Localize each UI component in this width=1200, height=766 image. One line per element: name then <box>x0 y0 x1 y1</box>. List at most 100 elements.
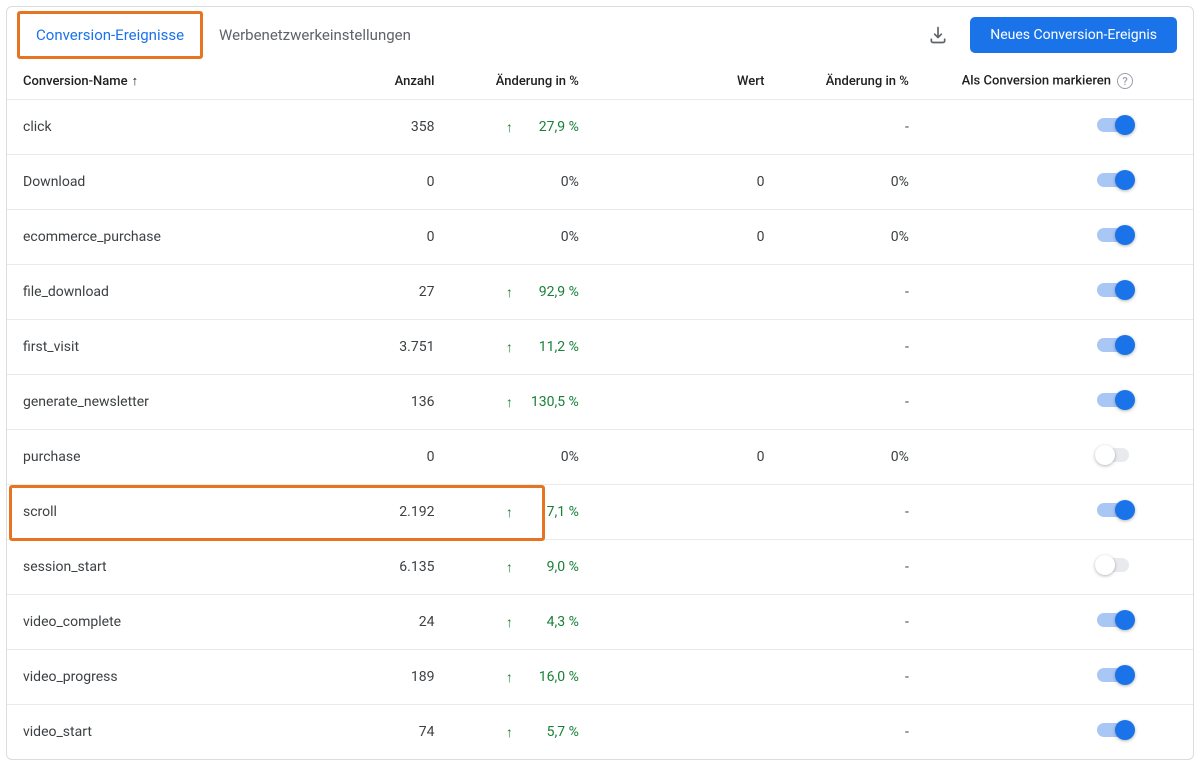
cell-name[interactable]: generate_newsletter <box>7 375 337 430</box>
cell-name[interactable]: file_download <box>7 265 337 320</box>
cell-value <box>698 100 781 155</box>
cell-value <box>698 595 781 650</box>
table-row: video_complete24↑4,3 %- <box>7 595 1193 650</box>
change-percent: 9,0 % <box>523 559 579 575</box>
download-icon <box>928 25 948 45</box>
header-mark: Als Conversion markieren? <box>925 63 1193 100</box>
cell-toggle <box>925 650 1193 705</box>
cell-change: 0% <box>450 430 594 485</box>
change-percent: 130,5 % <box>523 394 579 410</box>
cell-value: 0 <box>698 430 781 485</box>
arrow-up-icon: ↑ <box>506 559 513 576</box>
cell-toggle <box>925 320 1193 375</box>
change-percent: 4,3 % <box>523 614 579 630</box>
table-header-row: Conversion-Name↑ Anzahl Änderung in % We… <box>7 63 1193 100</box>
change-percent: 16,0 % <box>523 669 579 685</box>
conversion-toggle[interactable] <box>1097 609 1133 631</box>
table-row: video_start74↑5,7 %- <box>7 705 1193 760</box>
cell-count: 358 <box>337 100 450 155</box>
arrow-up-icon: ↑ <box>506 284 513 301</box>
cell-value <box>698 650 781 705</box>
header-value-change[interactable]: Änderung in % <box>780 63 924 100</box>
table-row: video_progress189 ↑ 16,0 % - <box>7 650 1193 705</box>
conversion-toggle[interactable] <box>1097 169 1133 191</box>
table-row: file_download27 ↑ 92,9 % - <box>7 265 1193 320</box>
cell-value-change: - <box>780 375 924 430</box>
cell-toggle <box>925 485 1193 540</box>
download-button[interactable] <box>918 15 958 55</box>
arrow-up-icon: ↑ <box>506 394 513 411</box>
cell-change: ↑5,7 % <box>450 705 594 760</box>
conversion-toggle[interactable] <box>1097 719 1133 741</box>
cell-value: 0 <box>698 210 781 265</box>
cell-name[interactable]: video_complete <box>7 595 337 650</box>
new-conversion-event-button[interactable]: Neues Conversion-Ereignis <box>970 17 1177 53</box>
cell-value-change: 0% <box>780 155 924 210</box>
cell-toggle <box>925 100 1193 155</box>
cell-name[interactable]: ecommerce_purchase <box>7 210 337 265</box>
cell-name[interactable]: video_start <box>7 705 337 760</box>
cell-value <box>698 705 781 760</box>
header-count[interactable]: Anzahl <box>337 63 450 100</box>
conversion-toggle[interactable] <box>1097 389 1133 411</box>
table-row: generate_newsletter136↑130,5 %- <box>7 375 1193 430</box>
arrow-up-icon: ↑ <box>506 504 513 521</box>
conversion-toggle[interactable] <box>1097 279 1133 301</box>
table-row: ecommerce_purchase00%00% <box>7 210 1193 265</box>
arrow-up-icon: ↑ <box>506 119 513 136</box>
cell-value-change: - <box>780 265 924 320</box>
cell-count: 74 <box>337 705 450 760</box>
cell-change: ↑ 92,9 % <box>450 265 594 320</box>
cell-name[interactable]: session_start <box>7 540 337 595</box>
cell-count: 6.135 <box>337 540 450 595</box>
conversion-toggle[interactable] <box>1097 334 1133 356</box>
tabs-row: Conversion-Ereignisse Werbenetzwerkeinst… <box>7 7 1193 63</box>
cell-change: ↑27,9 % <box>450 100 594 155</box>
conversion-toggle[interactable] <box>1097 499 1133 521</box>
cell-value-change: 0% <box>780 210 924 265</box>
help-icon[interactable]: ? <box>1117 73 1133 89</box>
header-name[interactable]: Conversion-Name↑ <box>7 63 337 100</box>
cell-change: 0% <box>450 155 594 210</box>
conversion-toggle[interactable] <box>1097 114 1133 136</box>
conversion-toggle[interactable] <box>1097 224 1133 246</box>
cell-value: 0 <box>698 155 781 210</box>
cell-name[interactable]: purchase <box>7 430 337 485</box>
cell-count: 189 <box>337 650 450 705</box>
tab-conversion-events[interactable]: Conversion-Ereignisse <box>20 14 200 56</box>
header-change[interactable]: Änderung in % <box>450 63 594 100</box>
cell-name[interactable]: video_progress <box>7 650 337 705</box>
conversion-toggle[interactable] <box>1097 554 1133 576</box>
cell-name[interactable]: Download <box>7 155 337 210</box>
header-value[interactable]: Wert <box>698 63 781 100</box>
cell-change: ↑7,1 % <box>450 485 594 540</box>
cell-toggle <box>925 705 1193 760</box>
arrow-up-icon: ↑ <box>506 669 513 686</box>
cell-name[interactable]: click <box>7 100 337 155</box>
conversion-toggle[interactable] <box>1097 444 1133 466</box>
sort-ascending-icon: ↑ <box>132 73 139 89</box>
arrow-up-icon: ↑ <box>506 614 513 631</box>
table-row: scroll2.192↑7,1 %- <box>7 485 1193 540</box>
table-row: first_visit3.751↑11,2 %- <box>7 320 1193 375</box>
cell-change: ↑ 4,3 % <box>450 595 594 650</box>
arrow-up-icon: ↑ <box>506 339 513 356</box>
cell-toggle <box>925 375 1193 430</box>
cell-value-change: - <box>780 650 924 705</box>
cell-value <box>698 265 781 320</box>
cell-name[interactable]: first_visit <box>7 320 337 375</box>
cell-count: 2.192 <box>337 485 450 540</box>
conversion-toggle[interactable] <box>1097 664 1133 686</box>
table-row: purchase00%00% <box>7 430 1193 485</box>
cell-value <box>698 485 781 540</box>
tab-ad-network-settings[interactable]: Werbenetzwerkeinstellungen <box>203 14 427 56</box>
table-row: Download00%00% <box>7 155 1193 210</box>
change-percent: 0% <box>523 229 579 245</box>
change-percent: 92,9 % <box>523 284 579 300</box>
conversions-table: Conversion-Name↑ Anzahl Änderung in % We… <box>7 63 1193 759</box>
cell-toggle <box>925 595 1193 650</box>
change-percent: 0% <box>523 449 579 465</box>
cell-count: 0 <box>337 155 450 210</box>
cell-count: 27 <box>337 265 450 320</box>
cell-name[interactable]: scroll <box>7 485 337 540</box>
